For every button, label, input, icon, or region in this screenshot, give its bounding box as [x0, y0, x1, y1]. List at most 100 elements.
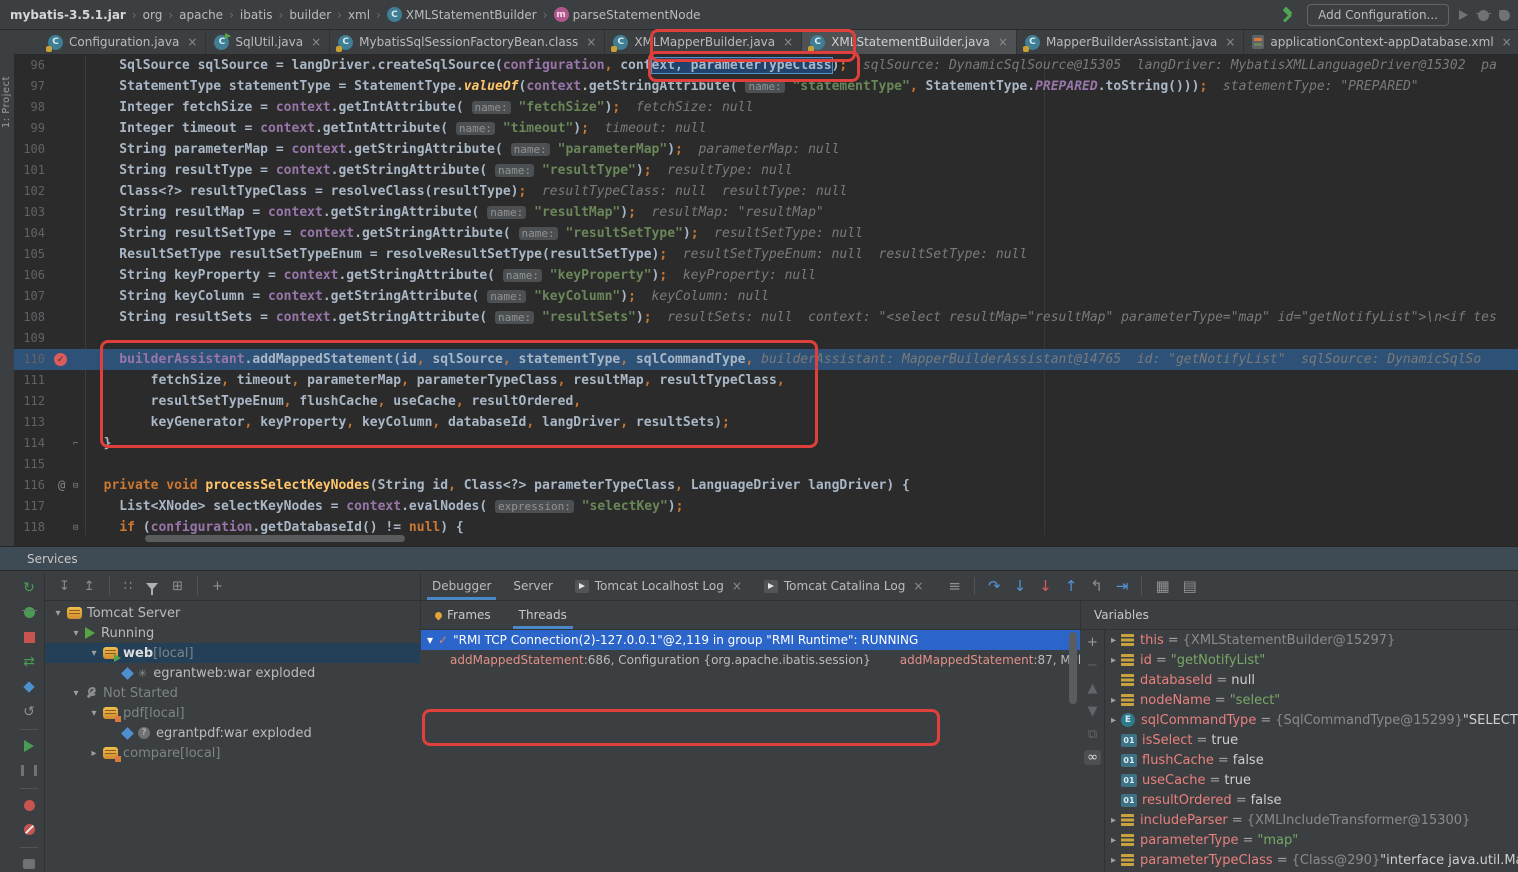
debug-icon[interactable]: [1478, 10, 1489, 21]
thread-chevron-icon[interactable]: ▾: [427, 630, 433, 650]
duplicate-watch-icon[interactable]: ⧉: [1088, 727, 1097, 742]
code-line-114[interactable]: 114⌐ }: [14, 433, 1518, 454]
collapse-all-icon[interactable]: ↥: [84, 579, 95, 594]
debugger-tab-tomcat-localhost-log[interactable]: Tomcat Localhost Log×: [564, 572, 753, 600]
code-line-100[interactable]: 100 String parameterMap = context.getStr…: [14, 139, 1518, 160]
code-line-118[interactable]: 118⊟ if (configuration.getDatabaseId() !…: [14, 517, 1518, 538]
debugger-tab-server[interactable]: Server: [502, 572, 563, 600]
code-line-99[interactable]: 99 Integer timeout = context.getIntAttri…: [14, 118, 1518, 139]
variable-chevron-icon[interactable]: ▸: [1106, 715, 1121, 726]
breadcrumb-item[interactable]: CXMLStatementBuilder: [387, 7, 537, 22]
code-line-116[interactable]: 116@⊟ private void processSelectKeyNodes…: [14, 475, 1518, 496]
breadcrumb-item[interactable]: ibatis: [240, 8, 273, 22]
annotation-gutter-icon[interactable]: @: [58, 475, 65, 496]
code-line-109[interactable]: 109: [14, 328, 1518, 349]
tree-item-running[interactable]: ▾Running: [45, 623, 420, 643]
tree-chevron-icon[interactable]: ▾: [69, 628, 83, 639]
tab-close-icon[interactable]: ×: [1502, 35, 1512, 49]
tab-close-icon[interactable]: ×: [998, 35, 1008, 49]
tab-close-icon[interactable]: ×: [783, 35, 793, 49]
tree-item-pdf[interactable]: ▾pdf [local]: [45, 703, 420, 723]
add-service-icon[interactable]: +: [212, 579, 223, 594]
variable-row-flushCache[interactable]: 01flushCache=false: [1106, 750, 1518, 770]
tab-threads[interactable]: Threads: [505, 601, 581, 629]
breadcrumb-item[interactable]: builder: [289, 8, 331, 22]
editor-tab[interactable]: CConfiguration.java×: [40, 30, 206, 54]
hot-swap-icon[interactable]: [21, 679, 37, 695]
stack-frame[interactable]: addMappedStatement:87, MybatisConfigurat…: [871, 653, 1080, 667]
code-line-113[interactable]: 113 keyGenerator, keyProperty, keyColumn…: [14, 412, 1518, 433]
variable-chevron-icon[interactable]: ▸: [1106, 695, 1121, 706]
add-watch-icon[interactable]: +: [1087, 635, 1098, 650]
code-line-103[interactable]: 103 String resultMap = context.getString…: [14, 202, 1518, 223]
breadcrumb-item[interactable]: mybatis-3.5.1.jar: [10, 8, 126, 22]
drop-frame-icon[interactable]: ↰: [1090, 577, 1103, 595]
breadcrumb-item[interactable]: mparseStatementNode: [554, 7, 701, 22]
variable-row-nodeName[interactable]: ▸nodeName="select": [1106, 690, 1518, 710]
resume-icon[interactable]: [21, 739, 37, 755]
editor-tab[interactable]: CXMLStatementBuilder.java×: [802, 30, 1017, 54]
move-watch-up-icon[interactable]: ▲: [1088, 681, 1098, 696]
layout-settings-icon[interactable]: ▦: [1155, 577, 1169, 595]
code-line-96[interactable]: 96 SqlSource sqlSource = langDriver.crea…: [14, 55, 1518, 76]
screenshot-icon[interactable]: [21, 857, 37, 872]
profile-icon[interactable]: [1499, 10, 1510, 21]
fold-collapse-icon[interactable]: ⊟: [73, 518, 78, 539]
code-line-106[interactable]: 106 String keyProperty = context.getStri…: [14, 265, 1518, 286]
debugger-tab-debugger[interactable]: Debugger: [421, 572, 502, 600]
tree-item-egrantweb-war-exploded[interactable]: ✳egrantweb:war exploded: [45, 663, 420, 683]
code-line-102[interactable]: 102 Class<?> resultTypeClass = resolveCl…: [14, 181, 1518, 202]
variable-row-parameterTypeClass[interactable]: ▸parameterTypeClass={Class@290} "interfa…: [1106, 850, 1518, 870]
tree-item-web[interactable]: ▾web [local]: [45, 643, 420, 663]
step-into-icon[interactable]: ↓: [1014, 577, 1027, 595]
tree-chevron-icon[interactable]: ▸: [87, 748, 101, 759]
stack-frame[interactable]: addMappedStatement:686, Configuration {o…: [421, 653, 871, 667]
services-header[interactable]: Services: [0, 546, 1518, 571]
stop-icon[interactable]: [21, 630, 37, 646]
group-by-icon[interactable]: ∷: [124, 579, 132, 594]
tree-item-tomcat-server[interactable]: ▾Tomcat Server: [45, 603, 420, 623]
show-watches-icon[interactable]: ∞: [1084, 750, 1101, 765]
tab-close-icon[interactable]: ×: [311, 35, 321, 49]
update-application-icon[interactable]: ⇄: [21, 654, 37, 670]
variable-chevron-icon[interactable]: ▸: [1106, 655, 1121, 666]
code-line-107[interactable]: 107 String keyColumn = context.getString…: [14, 286, 1518, 307]
editor-tab[interactable]: CMapperBuilderAssistant.java×: [1017, 30, 1244, 54]
tree-chevron-icon[interactable]: ▾: [51, 608, 65, 619]
fold-end-icon[interactable]: ⌐: [73, 434, 78, 455]
code-line-117[interactable]: 117 List<XNode> selectKeyNodes = context…: [14, 496, 1518, 517]
tree-chevron-icon[interactable]: ▾: [87, 708, 101, 719]
restore-layout-icon[interactable]: ▤: [1183, 577, 1197, 595]
run-icon[interactable]: [1459, 10, 1468, 20]
editor-tab[interactable]: CMybatisSqlSessionFactoryBean.class×: [330, 30, 605, 54]
force-step-into-icon[interactable]: ↓: [1039, 577, 1052, 595]
editor-tab[interactable]: CSqlUtil.java×: [206, 30, 330, 54]
code-line-97[interactable]: 97 StatementType statementType = Stateme…: [14, 76, 1518, 97]
variable-row-resultOrdered[interactable]: 01resultOrdered=false: [1106, 790, 1518, 810]
tab-close-icon[interactable]: ×: [586, 35, 596, 49]
variable-row-this[interactable]: ▸this={XMLStatementBuilder@15297}: [1106, 630, 1518, 650]
pause-icon[interactable]: [21, 763, 37, 779]
variable-chevron-icon[interactable]: ▸: [1106, 855, 1121, 866]
frames-scrollbar[interactable]: [1069, 632, 1077, 704]
move-watch-down-icon[interactable]: ▼: [1088, 704, 1098, 719]
add-configuration-button[interactable]: Add Configuration...: [1307, 4, 1449, 26]
step-over-icon[interactable]: ↷: [988, 577, 1001, 595]
breadcrumb-item[interactable]: xml: [348, 8, 370, 22]
variable-chevron-icon[interactable]: ▸: [1106, 635, 1121, 646]
code-line-110[interactable]: 110✓ builderAssistant.addMappedStatement…: [14, 349, 1518, 370]
breakpoint-icon[interactable]: ✓: [54, 353, 67, 366]
build-hammer-icon[interactable]: [1281, 7, 1297, 23]
code-line-112[interactable]: 112 resultSetTypeEnum, flushCache, useCa…: [14, 391, 1518, 412]
refresh-icon[interactable]: ↺: [21, 704, 37, 720]
tab-close-icon[interactable]: ×: [1225, 35, 1235, 49]
tab-close-icon[interactable]: ×: [913, 579, 923, 593]
stripe-project-label[interactable]: 1: Project: [1, 76, 12, 128]
code-editor[interactable]: 96 SqlSource sqlSource = langDriver.crea…: [14, 55, 1518, 546]
code-line-104[interactable]: 104 String resultSetType = context.getSt…: [14, 223, 1518, 244]
breadcrumb-item[interactable]: apache: [179, 8, 223, 22]
variable-chevron-icon[interactable]: ▸: [1106, 835, 1121, 846]
rerun-icon[interactable]: ↻: [21, 580, 37, 596]
thread-row[interactable]: ▾✓"RMI TCP Connection(2)-127.0.0.1"@2,11…: [421, 630, 1080, 650]
variable-row-isSelect[interactable]: 01isSelect=true: [1106, 730, 1518, 750]
